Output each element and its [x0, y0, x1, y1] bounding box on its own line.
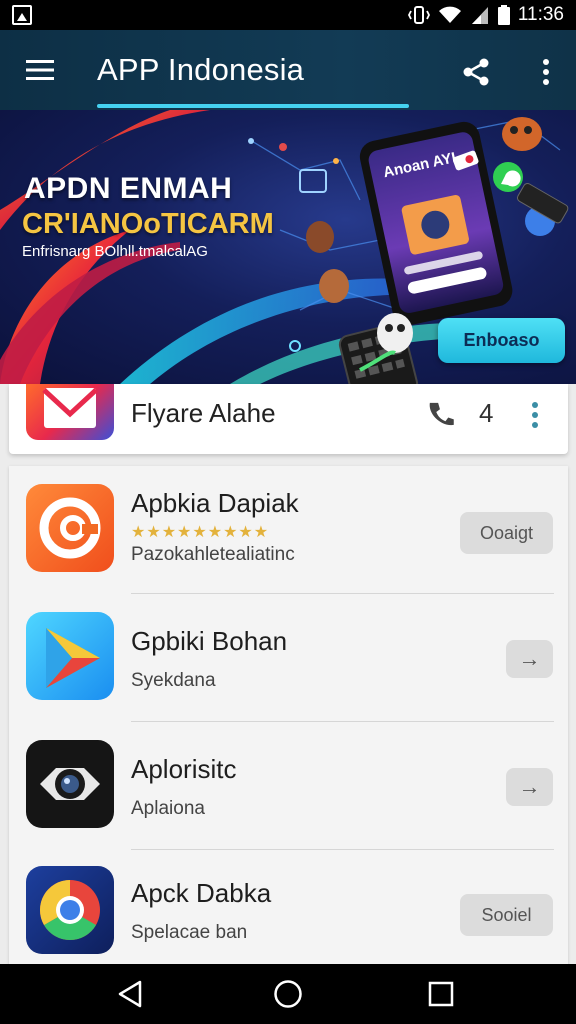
- notification-icon: [12, 5, 32, 25]
- app-subtitle: Syekdana: [131, 670, 216, 691]
- chrome-icon: [26, 866, 114, 954]
- status-time: 11:36: [517, 4, 564, 25]
- banner-subheadline: CR'IANOoTICARM: [22, 208, 274, 240]
- recents-icon: [428, 981, 454, 1007]
- back-icon: [118, 980, 142, 1008]
- app-name: Aplorisitc: [131, 754, 237, 784]
- signal-icon: [471, 7, 488, 24]
- list-item[interactable]: Apck Dabka Spelacae ban Sooiel: [9, 850, 568, 978]
- promo-banner[interactable]: Anoan AYL APDN ENMAH CR'IANOoTICARM Enfr…: [0, 110, 576, 384]
- app-action-button[interactable]: →: [506, 640, 553, 678]
- menu-icon: [26, 60, 54, 80]
- app-name: Apck Dabka: [131, 878, 272, 908]
- back-button[interactable]: [110, 976, 150, 1012]
- navigation-bar: [0, 964, 576, 1024]
- app-subtitle: Spelacae ban: [131, 922, 248, 943]
- title-underline: [97, 104, 409, 108]
- app-rating: ★★★★★★★★★: [131, 524, 270, 541]
- wifi-icon: [438, 6, 461, 23]
- share-icon: [463, 58, 489, 86]
- app-subtitle: Aplaiona: [131, 798, 205, 819]
- list-item[interactable]: Apbkia Dapiak ★★★★★★★★★ Pazokahletealiat…: [9, 466, 568, 594]
- banner-headline: APDN ENMAH: [24, 172, 233, 205]
- featured-app-card[interactable]: Flyare Alahe 4: [9, 384, 568, 454]
- list-item[interactable]: Aplorisitc Aplaiona →: [9, 722, 568, 850]
- more-button[interactable]: [526, 50, 566, 94]
- app-name: Apbkia Dapiak: [131, 488, 299, 518]
- menu-button[interactable]: [0, 30, 80, 110]
- app-action-button[interactable]: →: [506, 768, 553, 806]
- play-triangle-icon: [26, 612, 114, 700]
- battery-icon: [497, 5, 510, 25]
- call-button[interactable]: [425, 398, 459, 432]
- app-list-area: Flyare Alahe 4 Apbkia Dapiak ★★★★★★★★★ P…: [0, 384, 576, 976]
- camera-icon: [26, 740, 114, 828]
- app-subtitle: Pazokahletealiatinc: [131, 544, 295, 565]
- list-item[interactable]: Gpbiki Bohan Syekdana →: [9, 594, 568, 722]
- featured-count: 4: [479, 398, 494, 428]
- app-bar: APP Indonesia: [0, 30, 576, 110]
- home-button[interactable]: [268, 976, 308, 1012]
- featured-app-name: Flyare Alahe: [131, 398, 276, 428]
- app-action-button[interactable]: Ooaigt: [460, 512, 553, 554]
- app-action-button[interactable]: Sooiel: [460, 894, 553, 936]
- more-vert-icon: [543, 59, 549, 85]
- home-icon: [274, 980, 302, 1008]
- app-name: Gpbiki Bohan: [131, 626, 288, 656]
- banner-tagline: Enfrisnarg BOlhll.tmalcalAG: [22, 243, 208, 260]
- more-vert-icon: [532, 402, 538, 428]
- status-bar: 11:36: [0, 0, 576, 30]
- banner-cta-button[interactable]: Enboaso: [438, 318, 565, 363]
- recents-button[interactable]: [421, 976, 461, 1012]
- app-title: APP Indonesia: [97, 52, 305, 87]
- share-button[interactable]: [454, 50, 498, 94]
- phone-icon: [429, 402, 454, 426]
- featured-more-button[interactable]: [524, 398, 546, 432]
- app-list: Apbkia Dapiak ★★★★★★★★★ Pazokahletealiat…: [9, 466, 568, 976]
- mail-icon: [26, 384, 114, 440]
- swirl-app-icon: [26, 484, 114, 572]
- vibrate-icon: [407, 6, 430, 24]
